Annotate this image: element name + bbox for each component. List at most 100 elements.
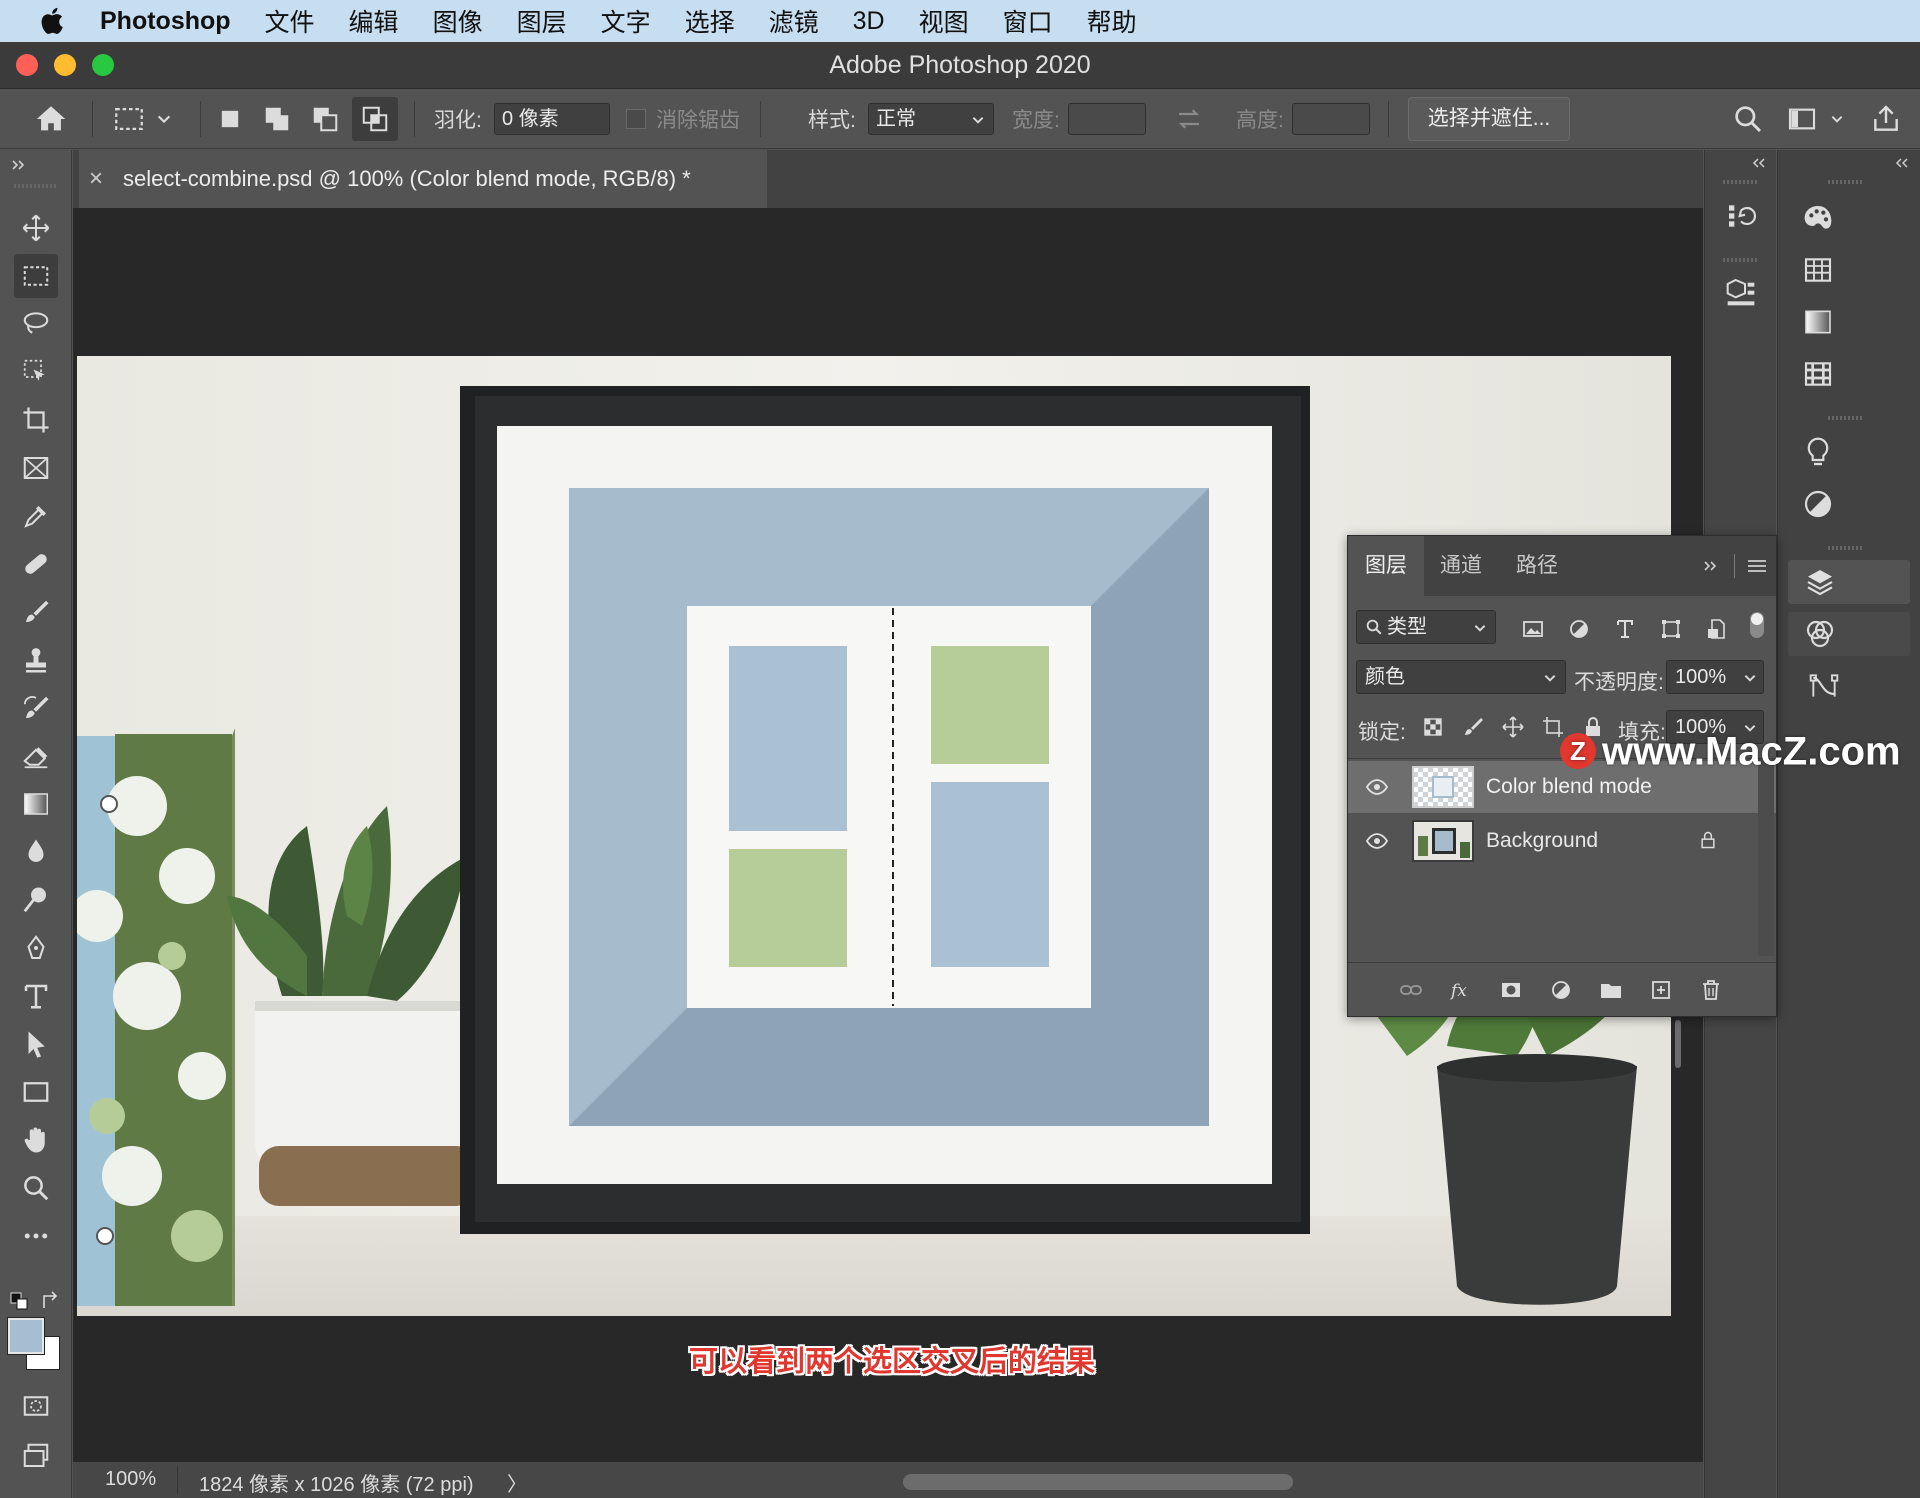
lock-image-pixels-button[interactable]: [1458, 712, 1488, 742]
panel-menu-icon[interactable]: [1746, 556, 1768, 576]
default-colors-icon[interactable]: [10, 1292, 30, 1312]
filter-pixel-layers-button[interactable]: [1518, 614, 1548, 644]
filter-shape-layers-button[interactable]: [1656, 614, 1686, 644]
edit-toolbar-button[interactable]: [14, 1214, 58, 1258]
minimize-window-button[interactable]: [54, 54, 76, 76]
swatches-panel-button[interactable]: [1798, 250, 1838, 290]
eye-icon[interactable]: [1364, 829, 1390, 853]
layers-panel-button[interactable]: [1788, 560, 1910, 604]
delete-layer-button[interactable]: [1696, 975, 1726, 1005]
lock-position-button[interactable]: [1498, 712, 1528, 742]
horizontal-scrollbar[interactable]: [903, 1474, 1293, 1490]
gradients-panel-button[interactable]: [1798, 302, 1838, 342]
search-button[interactable]: [1732, 89, 1764, 149]
add-mask-button[interactable]: [1496, 975, 1526, 1005]
opacity-input[interactable]: 100%: [1666, 660, 1764, 694]
expand-toolbar-icon[interactable]: [10, 158, 28, 172]
patterns-panel-button[interactable]: [1798, 354, 1838, 394]
quick-mask-button[interactable]: [14, 1384, 58, 1428]
layers-panel-scrollbar[interactable]: [1758, 760, 1774, 956]
add-to-selection-button[interactable]: [262, 89, 292, 149]
type-tool[interactable]: [14, 974, 58, 1018]
menu-edit[interactable]: 编辑: [349, 3, 399, 39]
tab-layers[interactable]: 图层: [1348, 536, 1424, 596]
new-layer-button[interactable]: [1646, 975, 1676, 1005]
menu-filter[interactable]: 滤镜: [769, 3, 819, 39]
menu-app-name[interactable]: Photoshop: [100, 7, 231, 36]
layer-row-background[interactable]: Background: [1348, 815, 1776, 867]
apple-icon[interactable]: [36, 4, 70, 38]
status-menu-arrow[interactable]: 〉: [507, 1468, 527, 1497]
adjustments-panel-button[interactable]: [1798, 484, 1838, 524]
width-input[interactable]: [1068, 103, 1146, 135]
menu-help[interactable]: 帮助: [1087, 3, 1137, 39]
menu-image[interactable]: 图像: [433, 3, 483, 39]
swap-dimensions-button[interactable]: [1174, 89, 1204, 149]
rectangular-marquee-tool[interactable]: [14, 254, 58, 298]
eye-icon[interactable]: [1364, 775, 1390, 799]
gradient-tool[interactable]: [14, 782, 58, 826]
link-layers-button[interactable]: [1396, 975, 1426, 1005]
move-tool[interactable]: [14, 206, 58, 250]
select-and-mask-button[interactable]: 选择并遮住...: [1408, 97, 1570, 141]
swap-colors-icon[interactable]: [40, 1290, 62, 1312]
hand-tool[interactable]: [14, 1118, 58, 1162]
intersect-selection-button[interactable]: [352, 97, 398, 141]
healing-brush-tool[interactable]: [14, 542, 58, 586]
menu-window[interactable]: 窗口: [1003, 3, 1053, 39]
new-group-button[interactable]: [1596, 975, 1626, 1005]
marquee-preset-picker[interactable]: [112, 89, 172, 149]
layer-filter-toggle[interactable]: [1750, 612, 1764, 638]
dock-scrollbar[interactable]: [1675, 1020, 1681, 1068]
rectangle-tool[interactable]: [14, 1070, 58, 1114]
3d-panel-button[interactable]: [1721, 272, 1761, 312]
clone-stamp-tool[interactable]: [14, 638, 58, 682]
menu-layer[interactable]: 图层: [517, 3, 567, 39]
collapse-panel-icon[interactable]: [1702, 559, 1720, 573]
workspace-switcher[interactable]: [1786, 89, 1844, 149]
object-selection-tool[interactable]: [14, 350, 58, 394]
new-adjustment-layer-button[interactable]: [1546, 975, 1576, 1005]
close-window-button[interactable]: [16, 54, 38, 76]
lock-transparent-pixels-button[interactable]: [1418, 712, 1448, 742]
collapse-dock-icon[interactable]: [1751, 156, 1767, 170]
layer-name[interactable]: Background: [1486, 829, 1598, 853]
crop-tool[interactable]: [14, 398, 58, 442]
blur-tool[interactable]: [14, 830, 58, 874]
feather-input[interactable]: 0 像素: [494, 103, 610, 135]
screen-mode-button[interactable]: [14, 1434, 58, 1478]
learn-panel-button[interactable]: [1798, 432, 1838, 472]
menu-type[interactable]: 文字: [601, 3, 651, 39]
menu-view[interactable]: 视图: [919, 3, 969, 39]
frame-tool[interactable]: [14, 446, 58, 490]
history-brush-tool[interactable]: [14, 686, 58, 730]
path-selection-tool[interactable]: [14, 1022, 58, 1066]
new-selection-button[interactable]: [216, 89, 244, 149]
menu-select[interactable]: 选择: [685, 3, 735, 39]
share-button[interactable]: [1870, 89, 1902, 149]
zoom-window-button[interactable]: [92, 54, 114, 76]
layer-filter-select[interactable]: 类型: [1356, 610, 1496, 644]
eraser-tool[interactable]: [14, 734, 58, 778]
filter-type-layers-button[interactable]: [1610, 614, 1640, 644]
menu-file[interactable]: 文件: [265, 3, 315, 39]
close-tab-icon[interactable]: ×: [89, 150, 103, 208]
blend-mode-select[interactable]: 颜色: [1356, 660, 1566, 694]
filter-smart-objects-button[interactable]: [1702, 614, 1732, 644]
layer-name[interactable]: Color blend mode: [1486, 775, 1652, 799]
collapse-dock-icon[interactable]: [1894, 156, 1910, 170]
lasso-tool[interactable]: [14, 302, 58, 346]
style-select[interactable]: 正常: [868, 103, 994, 135]
eyedropper-tool[interactable]: [14, 494, 58, 538]
history-panel-button[interactable]: [1721, 196, 1761, 236]
pen-tool[interactable]: [14, 926, 58, 970]
zoom-tool[interactable]: [14, 1166, 58, 1210]
tab-paths[interactable]: 路径: [1516, 536, 1558, 596]
brush-tool[interactable]: [14, 590, 58, 634]
channels-panel-button[interactable]: [1788, 612, 1910, 656]
height-input[interactable]: [1292, 103, 1370, 135]
paths-panel-button[interactable]: [1804, 666, 1844, 706]
foreground-color-swatch[interactable]: [7, 1317, 45, 1355]
antialias-checkbox-group[interactable]: 消除锯齿: [626, 89, 740, 149]
layer-style-button[interactable]: fx: [1446, 975, 1476, 1005]
